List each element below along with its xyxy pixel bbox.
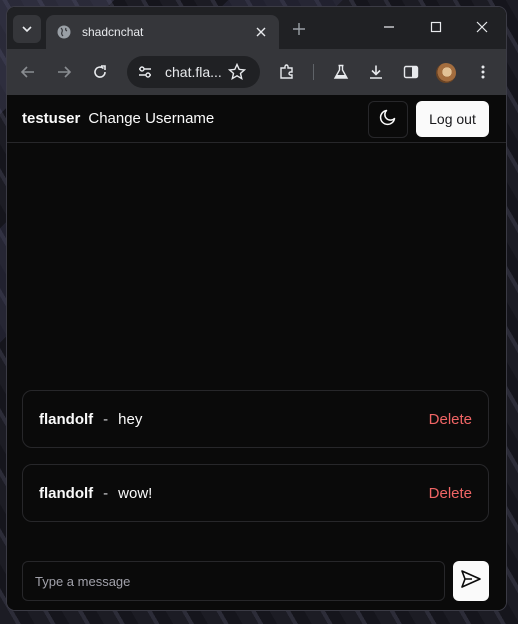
message-separator: - (103, 410, 109, 428)
browser-window: shadcnchat chat.fla... testuser Change U… (7, 7, 506, 610)
address-bar[interactable]: chat.fla... (127, 56, 260, 88)
change-username-button[interactable]: Change Username (88, 110, 214, 127)
browser-tab[interactable]: shadcnchat (46, 15, 279, 49)
theme-toggle-button[interactable] (368, 101, 408, 138)
browser-toolbar: chat.fla... (7, 49, 506, 95)
window-close-icon[interactable] (459, 7, 505, 47)
app-header: testuser Change Username Log out (7, 95, 506, 143)
message-input[interactable] (22, 561, 445, 601)
close-icon[interactable] (253, 24, 269, 40)
logout-button[interactable]: Log out (416, 101, 489, 137)
side-panel-icon[interactable] (397, 58, 425, 86)
chat-page: testuser Change Username Log out flandol… (7, 95, 506, 610)
send-icon (460, 568, 482, 595)
more-icon[interactable] (469, 58, 497, 86)
reload-icon[interactable] (86, 58, 114, 86)
send-button[interactable] (453, 561, 489, 601)
extensions-icon[interactable] (273, 58, 301, 86)
delete-message-button[interactable]: Delete (429, 411, 472, 428)
minimize-icon[interactable] (366, 7, 412, 47)
tab-search-icon[interactable] (13, 15, 41, 43)
globe-icon (56, 24, 72, 40)
message-author: flandolf (39, 410, 94, 428)
message-author: flandolf (39, 484, 94, 502)
download-icon[interactable] (362, 58, 390, 86)
tab-strip: shadcnchat (7, 7, 506, 49)
forward-icon[interactable] (50, 58, 78, 86)
plus-icon[interactable] (289, 19, 309, 39)
message-text: wow! (118, 484, 153, 502)
tab-title: shadcnchat (82, 25, 144, 39)
star-icon[interactable] (228, 63, 246, 81)
message-separator: - (103, 484, 109, 502)
current-username: testuser (22, 110, 81, 127)
message-item: flandolf - wow! Delete (22, 464, 489, 522)
site-settings-icon[interactable] (137, 64, 153, 80)
message-composer (22, 561, 489, 601)
profile-avatar[interactable] (436, 63, 456, 83)
labs-icon[interactable] (327, 58, 355, 86)
message-text: hey (118, 410, 143, 428)
delete-message-button[interactable]: Delete (429, 485, 472, 502)
moon-icon (379, 108, 397, 131)
back-icon[interactable] (14, 58, 42, 86)
message-item: flandolf - hey Delete (22, 390, 489, 448)
maximize-icon[interactable] (413, 7, 459, 47)
toolbar-divider (313, 64, 314, 80)
url-text: chat.fla... (165, 64, 222, 80)
message-list: flandolf - hey Delete flandolf - wow! De… (22, 390, 489, 538)
